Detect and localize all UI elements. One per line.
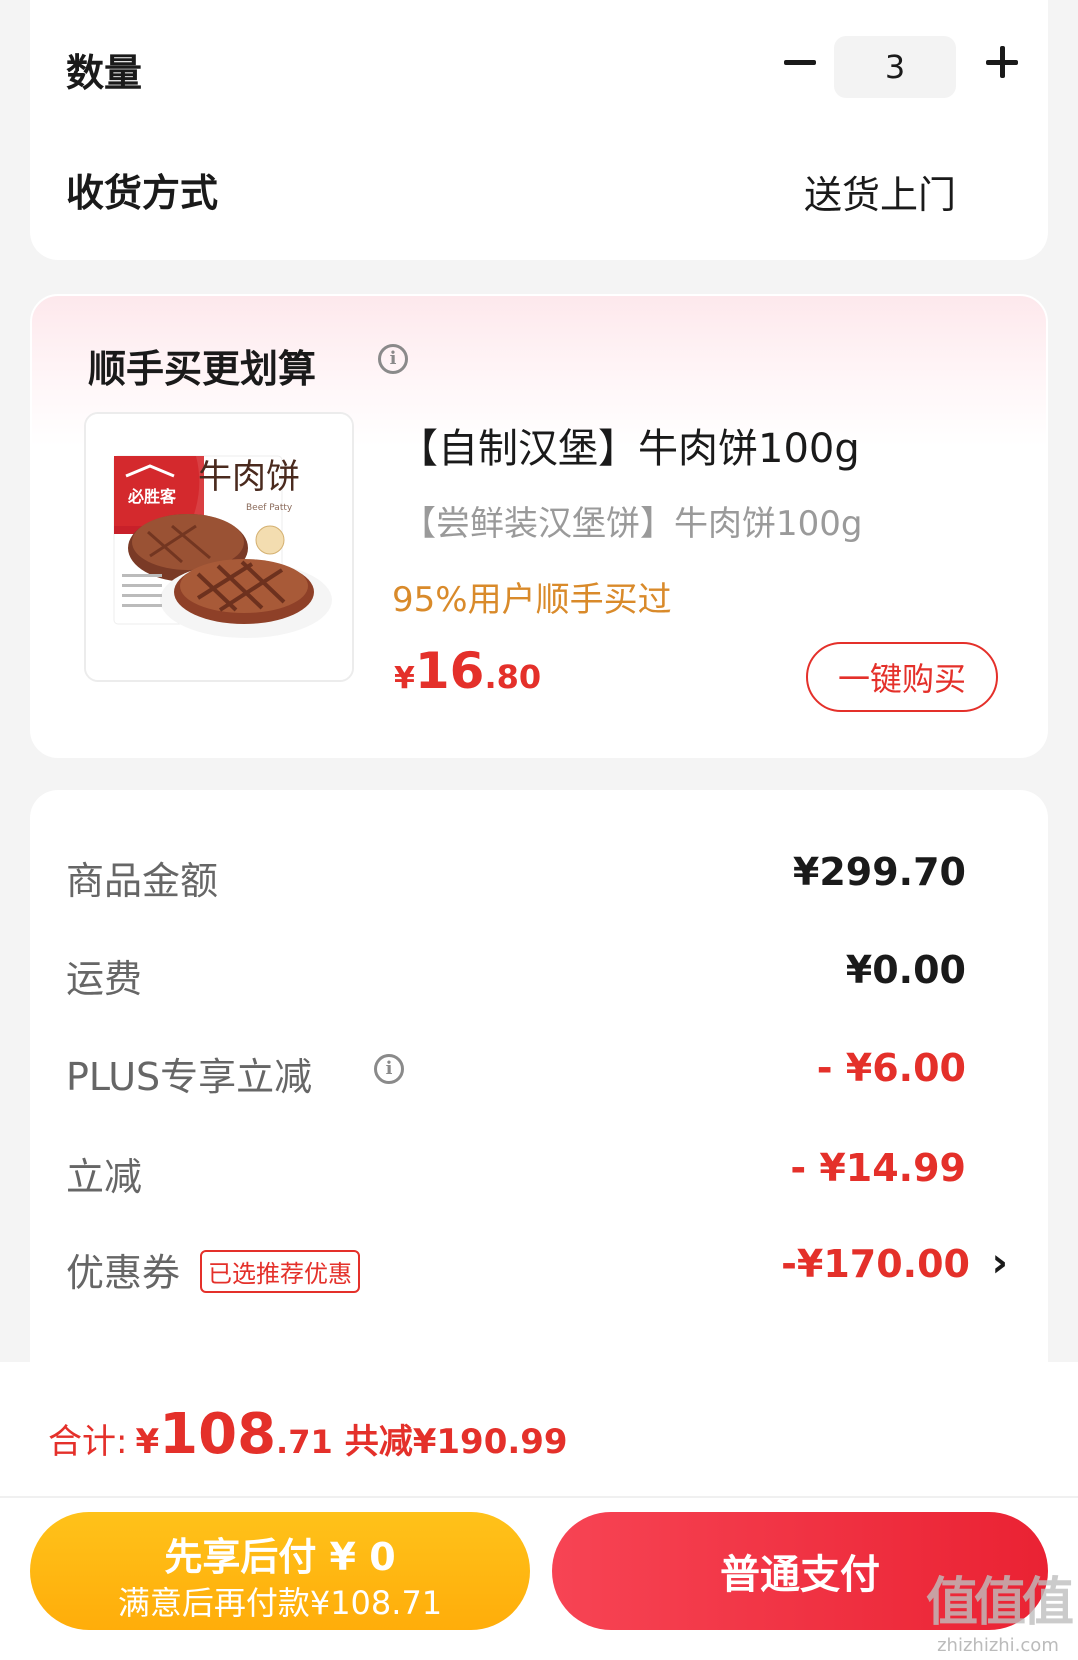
shipping-fee-row: 运费 ¥0.00 (30, 942, 1048, 1002)
total-currency-symbol: ¥ (135, 1422, 160, 1462)
plus-discount-row: PLUS专享立减 i - ¥6.00 (30, 1040, 1048, 1100)
goods-amount-label: 商品金额 (66, 859, 219, 903)
coupon-row[interactable]: 优惠券 已选推荐优惠 -¥170.00 › (30, 1236, 1048, 1296)
coupon-label: 优惠券 (66, 1251, 181, 1295)
pay-later-button[interactable]: 先享后付 ¥ 0 满意后再付款¥108.71 (30, 1512, 530, 1630)
product-subtitle: 【尝鲜装汉堡饼】牛肉饼100g (402, 504, 863, 544)
quantity-label: 数量 (66, 51, 143, 95)
beef-patty-package-image: 必胜客 牛肉饼 Beef Patty (86, 414, 352, 680)
pay-later-title: 先享后付 ¥ 0 (164, 1535, 396, 1579)
watermark-url: zhizhizhi.com (937, 1635, 1059, 1656)
total-decimal: .71 (276, 1423, 333, 1461)
delivery-method-value[interactable]: 送货上门 (804, 164, 956, 219)
coupon-value: -¥170.00 (781, 1242, 970, 1286)
shipping-fee-label: 运费 (66, 957, 143, 1001)
instant-discount-row: 立减 - ¥14.99 (30, 1140, 1048, 1200)
instant-discount-label: 立减 (66, 1155, 143, 1199)
quantity-increase-button[interactable] (974, 34, 1030, 90)
goods-amount-value: ¥299.70 (792, 850, 966, 894)
product-price: ¥16.80 (394, 642, 541, 700)
price-decimal: .80 (484, 658, 542, 696)
plus-discount-value: - ¥6.00 (816, 1046, 966, 1090)
site-watermark: 值值值 zhizhizhi.com (925, 1560, 1074, 1656)
one-click-buy-button[interactable]: 一键购买 (806, 642, 998, 712)
addon-recommendation-card: 顺手买更划算 i 必胜客 牛肉饼 Beef Patty 【自制汉堡】牛肉饼100… (30, 294, 1048, 758)
product-popularity-tag: 95%用户顺手买过 (392, 580, 672, 620)
order-options-card: 数量 3 收货方式 送货上门 (30, 0, 1048, 260)
delivery-method-label: 收货方式 (66, 171, 219, 215)
product-image[interactable]: 必胜客 牛肉饼 Beef Patty (84, 412, 354, 682)
coupon-recommended-badge: 已选推荐优惠 (200, 1250, 360, 1293)
chevron-right-icon[interactable]: › (992, 1240, 1008, 1286)
quantity-input[interactable]: 3 (834, 36, 956, 98)
order-total: 合计: ¥108.71 共减¥190.99 (48, 1402, 568, 1467)
divider (0, 1496, 1078, 1498)
total-integer: 108 (159, 1402, 277, 1467)
total-saved: 共减¥190.99 (344, 1422, 568, 1462)
instant-discount-value: - ¥14.99 (790, 1146, 966, 1190)
package-caption-text: Beef Patty (246, 503, 293, 513)
price-integer: 16 (414, 642, 485, 700)
pay-later-subtitle: 满意后再付款¥108.71 (117, 1584, 443, 1622)
watermark-logo: 值值值 (925, 1573, 1074, 1633)
goods-amount-row: 商品金额 ¥299.70 (30, 844, 1048, 904)
plus-discount-label: PLUS专享立减 (66, 1055, 313, 1099)
package-name-text: 牛肉饼 (198, 457, 300, 497)
info-circle-icon[interactable]: i (378, 344, 408, 374)
price-currency-symbol: ¥ (394, 661, 415, 696)
package-brand-text: 必胜客 (127, 487, 177, 506)
minus-icon (784, 59, 816, 65)
shipping-fee-value: ¥0.00 (845, 948, 966, 992)
info-circle-icon[interactable]: i (374, 1054, 404, 1084)
total-label: 合计: (48, 1422, 128, 1462)
addon-section-title: 顺手买更划算 (88, 347, 317, 391)
product-title[interactable]: 【自制汉堡】牛肉饼100g (398, 416, 860, 474)
price-summary-card: 商品金额 ¥299.70 运费 ¥0.00 PLUS专享立减 i - ¥6.00… (30, 790, 1048, 1390)
checkout-bottom-bar: 合计: ¥108.71 共减¥190.99 先享后付 ¥ 0 满意后再付款¥108.… (0, 1362, 1078, 1660)
quantity-decrease-button[interactable] (775, 34, 825, 90)
